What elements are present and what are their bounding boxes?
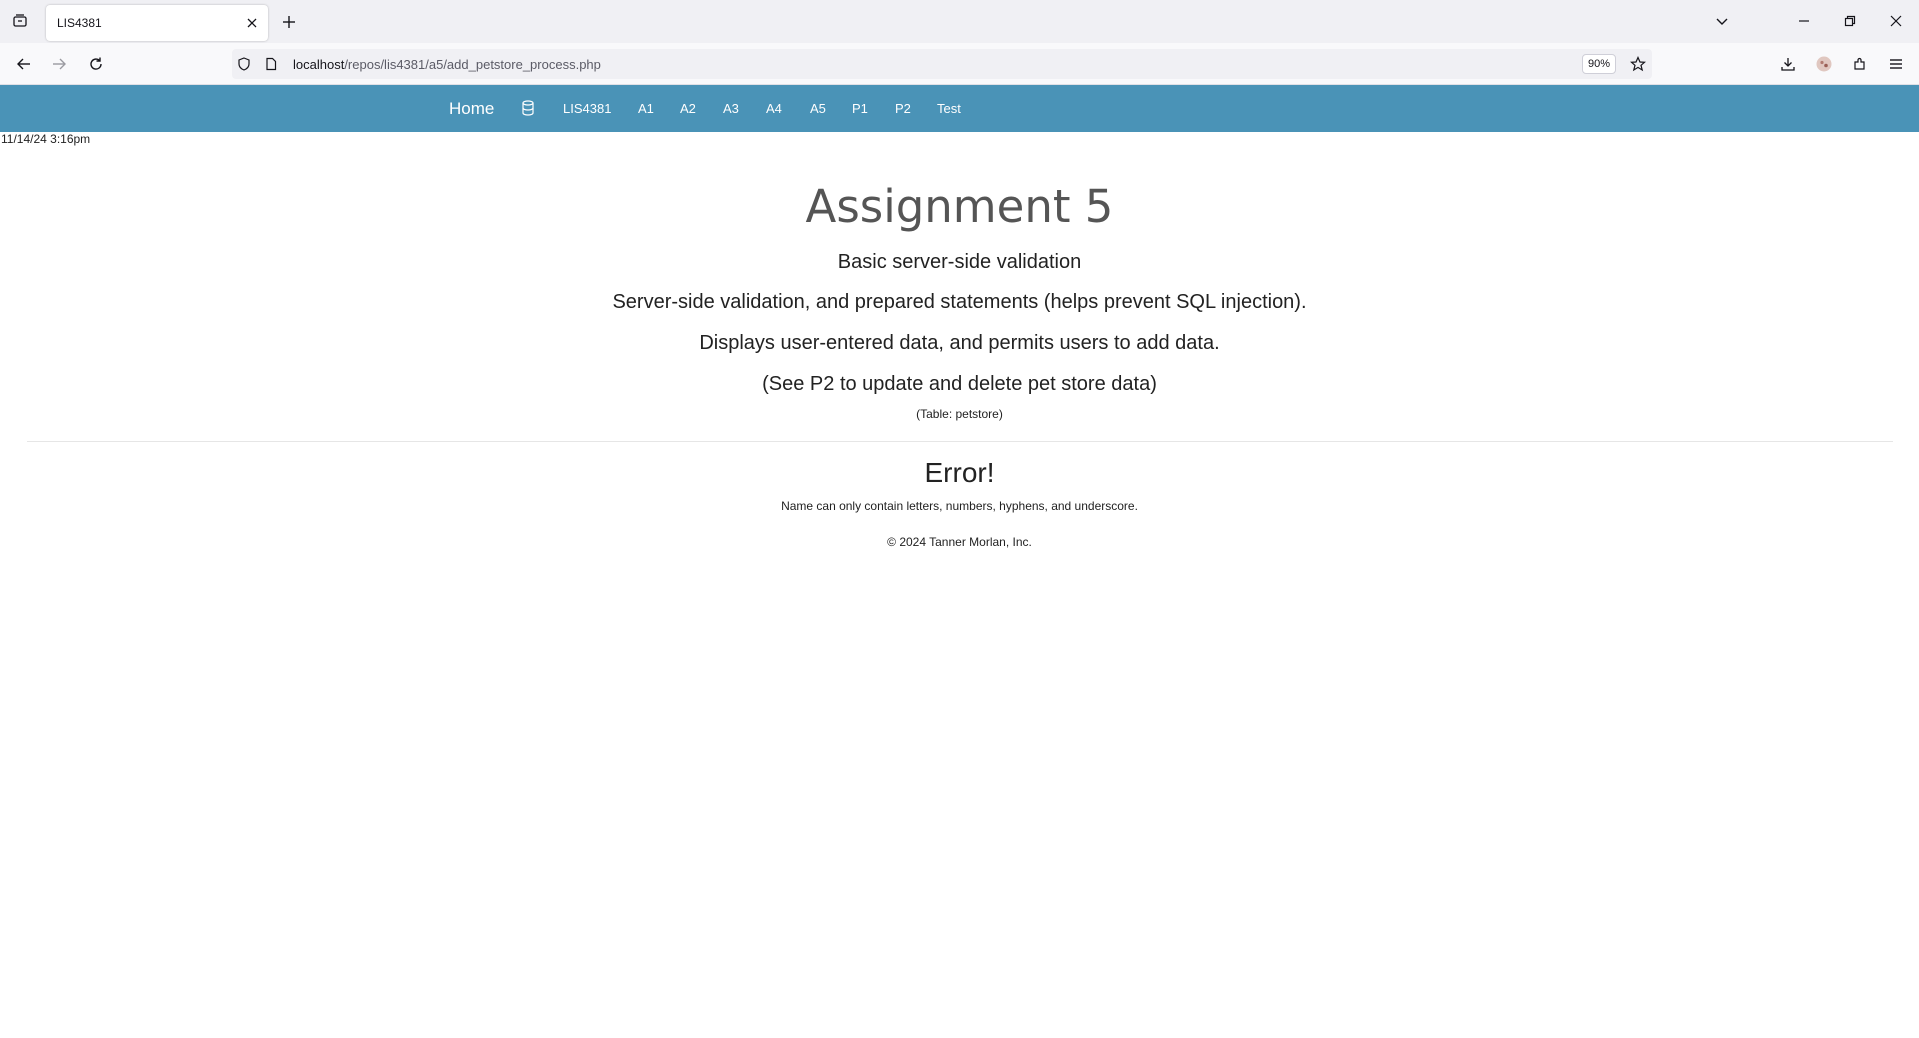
site-navbar: Home LIS4381 A1 A2 A3 A4 A5 P1 P2 Test (0, 85, 1919, 132)
close-window-icon[interactable] (1885, 10, 1907, 32)
nav-home-link[interactable]: Home (449, 85, 494, 132)
url-path: /repos/lis4381/a5/add_petstore_process.p… (344, 57, 601, 72)
divider (27, 441, 1893, 442)
close-icon[interactable] (242, 13, 262, 33)
forward-arrow-icon[interactable] (47, 52, 71, 76)
extensions-icon[interactable] (1848, 52, 1872, 76)
menu-icon[interactable] (1884, 52, 1908, 76)
description-line: Server-side validation, and prepared sta… (612, 291, 1307, 313)
browser-toolbar: localhost/repos/lis4381/a5/add_petstore_… (0, 43, 1919, 85)
page-title: Assignment 5 (805, 180, 1114, 233)
url-text[interactable]: localhost/repos/lis4381/a5/add_petstore_… (293, 57, 601, 72)
nav-item-a2[interactable]: A2 (680, 85, 696, 132)
back-arrow-icon[interactable] (12, 52, 36, 76)
url-bar[interactable]: localhost/repos/lis4381/a5/add_petstore_… (232, 49, 1652, 79)
zoom-level-button[interactable]: 90% (1582, 54, 1616, 74)
footer-copyright: © 2024 Tanner Morlan, Inc. (887, 535, 1032, 549)
browser-tab-bar: LIS4381 (0, 0, 1919, 43)
nav-item-a4[interactable]: A4 (766, 85, 782, 132)
restore-icon[interactable] (1839, 10, 1861, 32)
description-line: (See P2 to update and delete pet store d… (762, 373, 1157, 395)
nav-item-a5[interactable]: A5 (810, 85, 826, 132)
profile-icon[interactable] (1812, 52, 1836, 76)
reload-icon[interactable] (84, 52, 108, 76)
nav-item-p2[interactable]: P2 (895, 85, 911, 132)
timestamp: 11/14/24 3:16pm (1, 132, 91, 146)
page-subtitle: Basic server-side validation (837, 251, 1082, 273)
description-line: Displays user-entered data, and permits … (699, 332, 1220, 354)
star-icon[interactable] (1629, 55, 1647, 73)
table-note: (Table: petstore) (916, 407, 1003, 421)
database-icon[interactable] (521, 99, 535, 119)
nav-item-a3[interactable]: A3 (723, 85, 739, 132)
nav-item-a1[interactable]: A1 (638, 85, 654, 132)
error-message: Name can only contain letters, numbers, … (781, 499, 1138, 513)
tab-list-icon[interactable] (8, 9, 32, 33)
tab-title: LIS4381 (57, 16, 102, 30)
url-host: localhost (293, 57, 345, 72)
plus-icon[interactable] (278, 11, 300, 33)
nav-item-test[interactable]: Test (937, 85, 961, 132)
download-icon[interactable] (1776, 52, 1800, 76)
nav-item-p1[interactable]: P1 (852, 85, 868, 132)
browser-tab[interactable]: LIS4381 (46, 5, 268, 41)
shield-icon[interactable] (235, 55, 253, 73)
page-icon[interactable] (262, 55, 280, 73)
nav-item-lis4381[interactable]: LIS4381 (563, 85, 611, 132)
minimize-icon[interactable] (1793, 10, 1815, 32)
chevron-down-icon[interactable] (1711, 10, 1733, 32)
error-heading: Error! (924, 457, 995, 488)
